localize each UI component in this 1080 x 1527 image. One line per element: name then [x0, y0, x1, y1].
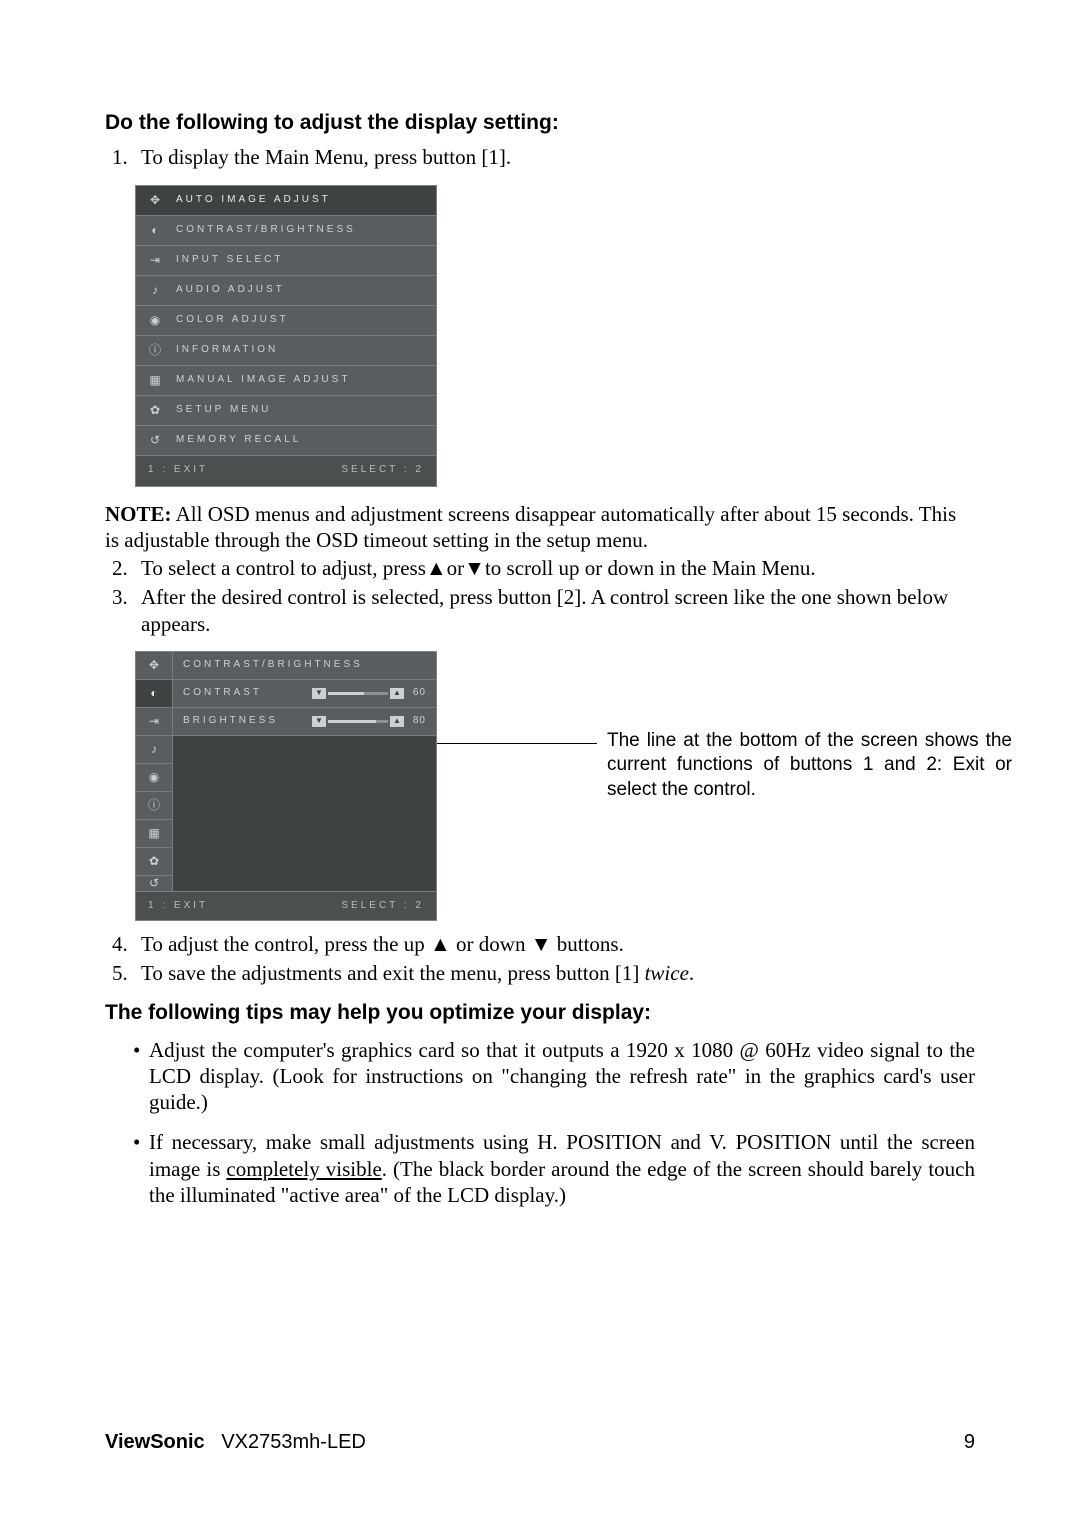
step-1: To display the Main Menu, press button [… — [133, 144, 975, 170]
osd-item-memory-recall[interactable]: ↺ MEMORY RECALL — [136, 426, 436, 456]
heading-tips: The following tips may help you optimize… — [105, 1000, 975, 1026]
up-arrow-icon: ▲ — [430, 933, 451, 956]
sidebar-icon[interactable]: ⇥ — [136, 708, 172, 736]
color-icon: ◉ — [146, 313, 164, 328]
footer-model: VX2753mh-LED — [221, 1431, 366, 1453]
brightness-value: 80 — [406, 715, 426, 728]
step-4-text-b: or down — [451, 932, 531, 956]
osd-item-information[interactable]: ⓘ INFORMATION — [136, 336, 436, 366]
step-4-text-c: buttons. — [552, 932, 624, 956]
sidebar-icon[interactable]: ◐ — [136, 680, 172, 708]
step-2-text-b: or — [447, 556, 465, 580]
step-5-text-a: To save the adjustments and exit the men… — [141, 961, 645, 985]
osd-item-setup-menu[interactable]: ✿ SETUP MENU — [136, 396, 436, 426]
increase-button[interactable]: ▲ — [390, 716, 404, 727]
note-text: All OSD menus and adjustment screens dis… — [105, 502, 956, 552]
sidebar-icon[interactable]: ✥ — [136, 652, 172, 680]
control-label: BRIGHTNESS — [183, 715, 278, 728]
osd-empty-area — [173, 736, 436, 891]
note-label: NOTE: — [105, 502, 172, 526]
increase-button[interactable]: ▲ — [390, 688, 404, 699]
manual-icon: ▦ — [146, 373, 164, 388]
decrease-button[interactable]: ▼ — [312, 716, 326, 727]
sidebar-icon[interactable]: ♪ — [136, 736, 172, 764]
osd-control-contrast[interactable]: CONTRAST ▼ ▲ 60 — [173, 680, 436, 708]
osd-footer-exit: 1 : EXIT — [148, 900, 208, 913]
step-2-text-c: to scroll up or down in the Main Menu. — [485, 556, 816, 580]
step-4: To adjust the control, press the up ▲ or… — [133, 931, 975, 958]
tip-2-underline: completely visible — [226, 1157, 381, 1181]
osd-footer: 1 : EXIT SELECT : 2 — [136, 891, 436, 920]
decrease-button[interactable]: ▼ — [312, 688, 326, 699]
osd-sidebar: ✥ ◐ ⇥ ♪ ◉ ⓘ ▦ ✿ ↺ — [136, 652, 173, 891]
osd-item-contrast-brightness[interactable]: ◐ CONTRAST/BRIGHTNESS — [136, 216, 436, 246]
osd-footer: 1 : EXIT SELECT : 2 — [136, 456, 436, 486]
osd-control-brightness[interactable]: BRIGHTNESS ▼ ▲ 80 — [173, 708, 436, 736]
contrast-value: 60 — [406, 687, 426, 700]
osd-item-audio-adjust[interactable]: ♪ AUDIO ADJUST — [136, 276, 436, 306]
sidebar-icon[interactable]: ▦ — [136, 820, 172, 848]
osd-control-screen: ✥ ◐ ⇥ ♪ ◉ ⓘ ▦ ✿ ↺ CONTRAST/BRIGHTNESS — [135, 651, 437, 921]
contrast-icon: ◐ — [146, 223, 164, 238]
heading-adjust: Do the following to adjust the display s… — [105, 110, 975, 136]
step-2-text-a: To select a control to adjust, press — [141, 556, 426, 580]
osd-item-label: INPUT SELECT — [176, 254, 284, 267]
osd-footer-select: SELECT : 2 — [341, 464, 424, 477]
input-icon: ⇥ — [146, 253, 164, 268]
footer-brand: ViewSonic VX2753mh-LED — [105, 1431, 366, 1454]
osd-footer-exit: 1 : EXIT — [148, 464, 208, 477]
tip-2: If necessary, make small adjustments usi… — [133, 1129, 975, 1208]
sidebar-icon[interactable]: ↺ — [136, 876, 172, 891]
note-paragraph: NOTE: All OSD menus and adjustment scree… — [105, 501, 975, 554]
step-5-text-c: . — [689, 961, 694, 985]
sidebar-icon[interactable]: ✿ — [136, 848, 172, 876]
audio-icon: ♪ — [146, 283, 164, 298]
osd-control-title: CONTRAST/BRIGHTNESS — [183, 659, 363, 672]
recall-icon: ↺ — [146, 433, 164, 448]
brightness-slider[interactable]: ▼ ▲ 80 — [312, 715, 426, 728]
sidebar-icon[interactable]: ◉ — [136, 764, 172, 792]
osd-item-color-adjust[interactable]: ◉ COLOR ADJUST — [136, 306, 436, 336]
tip-1: Adjust the computer's graphics card so t… — [133, 1037, 975, 1116]
gear-icon: ✿ — [146, 403, 164, 418]
osd-item-manual-image-adjust[interactable]: ▦ MANUAL IMAGE ADJUST — [136, 366, 436, 396]
osd-item-label: AUTO IMAGE ADJUST — [176, 194, 331, 207]
osd-item-label: AUDIO ADJUST — [176, 284, 285, 297]
info-icon: ⓘ — [146, 343, 164, 358]
step-3: After the desired control is selected, p… — [133, 584, 975, 637]
osd-item-auto-image-adjust[interactable]: ✥ AUTO IMAGE ADJUST — [136, 186, 436, 216]
osd-main-menu: ✥ AUTO IMAGE ADJUST ◐ CONTRAST/BRIGHTNES… — [135, 185, 437, 487]
step-4-text-a: To adjust the control, press the up — [141, 932, 430, 956]
osd-item-label: INFORMATION — [176, 344, 278, 357]
callout-line — [437, 743, 597, 744]
osd-item-label: MEMORY RECALL — [176, 434, 301, 447]
down-arrow-icon: ▼ — [531, 933, 552, 956]
step-5-twice: twice — [645, 961, 689, 985]
osd-item-label: CONTRAST/BRIGHTNESS — [176, 224, 356, 237]
callout-text: The line at the bottom of the screen sho… — [607, 729, 1012, 803]
osd-control-title-row: CONTRAST/BRIGHTNESS — [173, 652, 436, 680]
contrast-slider[interactable]: ▼ ▲ 60 — [312, 687, 426, 700]
osd-item-label: COLOR ADJUST — [176, 314, 289, 327]
osd-footer-select: SELECT : 2 — [341, 900, 424, 913]
footer-brand-name: ViewSonic — [105, 1431, 205, 1453]
down-arrow-icon: ▼ — [464, 557, 485, 580]
osd-item-label: SETUP MENU — [176, 404, 271, 417]
page-number: 9 — [964, 1431, 975, 1454]
osd-item-label: MANUAL IMAGE ADJUST — [176, 374, 350, 387]
step-2: To select a control to adjust, press▲or▼… — [133, 555, 975, 582]
osd-item-input-select[interactable]: ⇥ INPUT SELECT — [136, 246, 436, 276]
auto-image-icon: ✥ — [146, 193, 164, 208]
step-5: To save the adjustments and exit the men… — [133, 960, 975, 986]
sidebar-icon[interactable]: ⓘ — [136, 792, 172, 820]
up-arrow-icon: ▲ — [426, 557, 447, 580]
control-label: CONTRAST — [183, 687, 262, 700]
